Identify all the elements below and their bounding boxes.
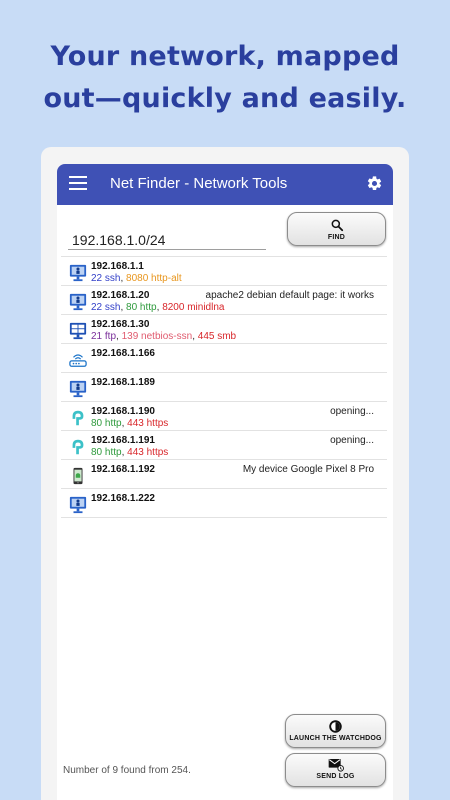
port-label: 443 https xyxy=(127,418,169,429)
scan-status-text: Number of 9 found from 254. xyxy=(63,765,191,776)
tplink-icon xyxy=(69,409,87,427)
android-phone-icon xyxy=(69,467,87,485)
mail-icon xyxy=(328,759,344,772)
device-row[interactable]: 192.168.1.222 xyxy=(61,489,387,518)
launch-watchdog-label: LAUNCH THE WATCHDOG xyxy=(289,735,382,742)
device-ip: 192.168.1.1 xyxy=(91,261,144,272)
router-icon xyxy=(69,351,87,369)
device-info: My device Google Pixel 8 Pro xyxy=(242,464,374,475)
promo-headline-line1: Your network, mapped xyxy=(50,41,400,72)
device-list[interactable]: 192.168.1.1 22 ssh, 8080 http-alt 192.168.… xyxy=(61,256,387,518)
find-button-label: FIND xyxy=(327,234,346,241)
device-ip: 192.168.1.191 xyxy=(91,435,155,446)
device-ip: 192.168.1.190 xyxy=(91,406,155,417)
device-ports: 80 http, 443 https xyxy=(91,418,169,429)
watchdog-icon xyxy=(329,720,342,733)
gear-icon[interactable] xyxy=(366,175,383,192)
device-ports: 22 ssh, 8080 http-alt xyxy=(91,273,182,284)
device-ports: 80 http, 443 https xyxy=(91,447,169,458)
find-button[interactable]: FIND xyxy=(287,212,386,246)
send-log-label: SEND LOG xyxy=(316,773,355,780)
port-label: 22 ssh xyxy=(91,273,121,284)
promo-headline: Your network, mapped out—quickly and eas… xyxy=(0,36,450,120)
tplink-icon xyxy=(69,438,87,456)
port-label: 8200 minidlna xyxy=(162,302,225,313)
port-label: 22 ssh xyxy=(91,302,121,313)
device-frame: Net Finder - Network Tools FIND 192.168.… xyxy=(41,147,409,800)
monitor-icon xyxy=(69,293,87,311)
search-icon xyxy=(331,219,343,232)
port-label: 80 http xyxy=(91,447,122,458)
device-info: opening... xyxy=(330,406,374,417)
port-label: 443 https xyxy=(127,447,169,458)
device-info: opening... xyxy=(330,435,374,446)
device-info: apache2 debian default page: it works xyxy=(205,290,374,301)
device-ports: 21 ftp, 139 netbios-ssn, 445 smb xyxy=(91,331,237,342)
app-screen: Net Finder - Network Tools FIND 192.168.… xyxy=(57,164,393,800)
port-label: 80 http xyxy=(126,302,157,313)
device-ip: 192.168.1.166 xyxy=(91,348,155,359)
device-ip: 192.168.1.189 xyxy=(91,377,155,388)
launch-watchdog-button[interactable]: LAUNCH THE WATCHDOG xyxy=(285,714,386,748)
monitor-icon xyxy=(69,264,87,282)
port-label: 139 netbios-ssn xyxy=(121,331,193,342)
monitor-icon xyxy=(69,380,87,398)
app-title: Net Finder - Network Tools xyxy=(110,175,288,192)
device-row[interactable]: 192.168.1.191 80 http, 443 https opening..… xyxy=(61,431,387,460)
device-ip: 192.168.1.30 xyxy=(91,319,150,330)
device-row[interactable]: 192.168.1.20 22 ssh, 80 http, 8200 minidl… xyxy=(61,286,387,315)
monitor-icon xyxy=(69,496,87,514)
app-bar: Net Finder - Network Tools xyxy=(57,164,393,205)
device-ip: 192.168.1.20 xyxy=(91,290,150,301)
promo-headline-line2: out—quickly and easily. xyxy=(43,83,407,114)
ip-range-input[interactable] xyxy=(68,230,266,250)
device-row[interactable]: 192.168.1.166 xyxy=(61,344,387,373)
send-log-button[interactable]: SEND LOG xyxy=(285,753,386,787)
device-ip: 192.168.1.192 xyxy=(91,464,155,475)
port-label: 80 http xyxy=(91,418,122,429)
device-row[interactable]: 192.168.1.190 80 http, 443 https opening..… xyxy=(61,402,387,431)
device-row[interactable]: 192.168.1.192 My device Google Pixel 8 Pr… xyxy=(61,460,387,489)
device-row[interactable]: 192.168.1.1 22 ssh, 8080 http-alt xyxy=(61,257,387,286)
hamburger-menu-icon[interactable] xyxy=(69,176,87,192)
device-row[interactable]: 192.168.1.189 xyxy=(61,373,387,402)
device-row[interactable]: 192.168.1.30 21 ftp, 139 netbios-ssn, 445… xyxy=(61,315,387,344)
port-label: 21 ftp xyxy=(91,331,117,342)
port-label: 8080 http-alt xyxy=(126,273,182,284)
port-label: 445 smb xyxy=(197,331,237,342)
device-ports: 22 ssh, 80 http, 8200 minidlna xyxy=(91,302,225,313)
windows-icon xyxy=(69,322,87,340)
device-ip: 192.168.1.222 xyxy=(91,493,155,504)
